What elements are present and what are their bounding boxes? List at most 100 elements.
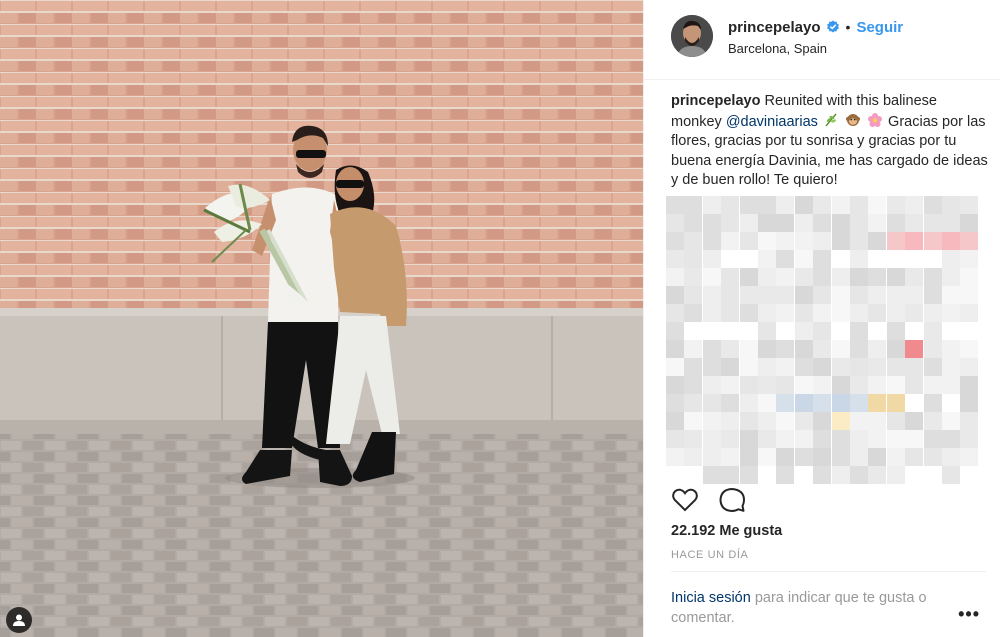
blur-pixel	[960, 376, 979, 394]
blur-pixel	[868, 250, 887, 268]
blur-pixel	[813, 466, 832, 484]
blur-pixel	[739, 430, 758, 448]
blur-pixel	[868, 448, 887, 466]
blur-pixel	[813, 196, 832, 214]
blur-pixel	[942, 268, 960, 286]
blur-pixel	[868, 286, 887, 304]
blur-pixel	[813, 322, 832, 340]
blur-pixel	[942, 304, 960, 322]
blur-pixel	[684, 358, 703, 376]
blur-pixel	[831, 250, 850, 268]
blur-pixel	[831, 304, 850, 322]
blur-pixel	[813, 358, 832, 376]
username-link[interactable]: princepelayo	[728, 19, 821, 36]
blur-pixel	[721, 322, 740, 340]
blur-pixel	[923, 304, 942, 322]
blur-pixel	[868, 340, 887, 358]
blur-pixel	[905, 412, 924, 430]
blur-pixel	[831, 430, 850, 448]
blur-pixel	[702, 214, 721, 232]
blur-pixel	[776, 322, 795, 340]
blur-pixel	[794, 232, 813, 250]
blur-pixel	[942, 322, 960, 340]
blur-pixel	[776, 394, 795, 412]
blossom-emoji	[868, 112, 883, 127]
blur-pixel	[886, 376, 905, 394]
blur-pixel	[702, 448, 721, 466]
blur-pixel	[923, 250, 942, 268]
blur-pixel	[813, 214, 832, 232]
blur-pixel	[702, 412, 721, 430]
blur-pixel	[758, 304, 776, 322]
blur-pixel	[831, 448, 850, 466]
blur-pixel	[905, 340, 924, 358]
likes-count[interactable]: 22.192 Me gusta	[671, 523, 782, 539]
blur-pixel	[721, 466, 740, 484]
blur-pixel	[831, 358, 850, 376]
blur-pixel	[850, 196, 868, 214]
blur-pixel	[942, 340, 960, 358]
user-tag-icon[interactable]	[6, 607, 32, 633]
blur-pixel	[960, 466, 979, 484]
blur-pixel	[960, 394, 979, 412]
blur-pixel	[886, 196, 905, 214]
blur-pixel	[684, 394, 703, 412]
location-link[interactable]: Barcelona, Spain	[728, 41, 827, 56]
more-options-button[interactable]: •••	[958, 604, 980, 625]
blur-pixel	[923, 268, 942, 286]
blur-pixel	[794, 304, 813, 322]
blur-pixel	[666, 232, 684, 250]
blur-pixel	[831, 268, 850, 286]
divider	[671, 571, 986, 572]
blur-pixel	[850, 376, 868, 394]
blur-pixel	[905, 250, 924, 268]
blur-pixel	[960, 286, 979, 304]
herb-emoji	[825, 113, 837, 127]
blur-pixel	[831, 196, 850, 214]
blur-pixel	[960, 448, 979, 466]
blur-pixel	[739, 376, 758, 394]
blur-pixel	[684, 466, 703, 484]
post-photo[interactable]	[0, 0, 643, 637]
blur-pixel	[942, 358, 960, 376]
comment-icon[interactable]	[718, 486, 746, 514]
mention-link[interactable]: @daviniaarias	[726, 114, 818, 130]
blur-pixel	[684, 286, 703, 304]
blur-pixel	[666, 448, 684, 466]
blur-pixel	[758, 430, 776, 448]
blur-pixel	[868, 196, 887, 214]
avatar[interactable]	[671, 15, 713, 57]
heart-icon[interactable]	[671, 486, 699, 514]
post-side-panel: princepelayo • Seguir Barcelona, Spain p…	[643, 0, 1000, 637]
blur-pixel	[758, 268, 776, 286]
caption-username[interactable]: princepelayo	[671, 93, 760, 109]
blur-pixel	[776, 430, 795, 448]
blur-pixel	[831, 286, 850, 304]
blur-pixel	[886, 286, 905, 304]
blur-pixel	[666, 250, 684, 268]
blur-pixel	[702, 466, 721, 484]
blur-pixel	[813, 412, 832, 430]
blur-pixel	[739, 232, 758, 250]
blur-pixel	[739, 466, 758, 484]
blur-pixel	[942, 466, 960, 484]
blur-pixel	[721, 448, 740, 466]
blur-pixel	[776, 214, 795, 232]
blur-pixel	[758, 232, 776, 250]
blur-pixel	[923, 322, 942, 340]
blur-pixel	[886, 466, 905, 484]
blur-pixel	[684, 322, 703, 340]
blur-pixel	[776, 466, 795, 484]
blur-pixel	[702, 232, 721, 250]
blur-pixel	[813, 448, 832, 466]
blur-pixel	[960, 196, 979, 214]
blur-pixel	[923, 412, 942, 430]
blur-pixel	[666, 196, 684, 214]
login-link[interactable]: Inicia sesión	[671, 590, 751, 606]
blur-pixel	[702, 322, 721, 340]
blur-pixel	[776, 340, 795, 358]
follow-button[interactable]: Seguir	[856, 19, 903, 36]
blur-pixel	[666, 430, 684, 448]
blur-pixel	[684, 214, 703, 232]
blur-pixel	[923, 340, 942, 358]
